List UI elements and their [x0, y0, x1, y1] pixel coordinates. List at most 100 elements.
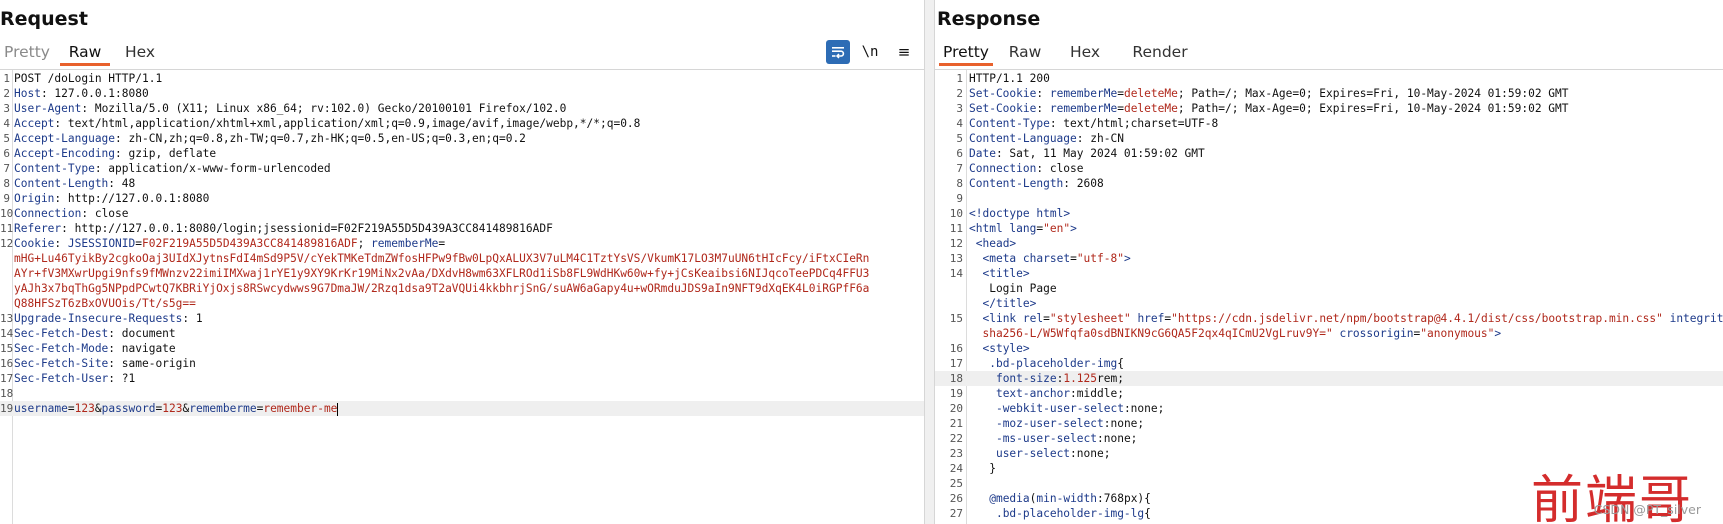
line-number: 7 — [3, 162, 10, 175]
editor-line[interactable]: 4 Content-Type: text/html;charset=UTF-8 — [935, 116, 1723, 131]
tab-hex[interactable]: Hex — [122, 38, 158, 66]
editor-line[interactable]: </title> — [935, 296, 1723, 311]
editor-line[interactable]: 2 Set-Cookie: rememberMe=deleteMe; Path=/… — [935, 86, 1723, 101]
editor-line[interactable]: 4 Accept: text/html,application/xhtml+xml… — [0, 116, 924, 131]
editor-line[interactable]: 22 -ms-user-select:none; — [935, 431, 1723, 446]
show-newlines-button[interactable]: \n — [858, 40, 882, 64]
editor-line[interactable]: 2 Host: 127.0.0.1:8080 — [0, 86, 924, 101]
code-token: </title> — [982, 297, 1037, 310]
editor-line[interactable]: 16 <style> — [935, 341, 1723, 356]
editor-line[interactable]: 16 Sec-Fetch-Site: same-origin — [0, 356, 924, 371]
editor-line[interactable]: 3 Set-Cookie: rememberMe=deleteMe; Path=/… — [935, 101, 1723, 116]
code-token: > — [1070, 222, 1077, 235]
code-token: Q88HFSzT6zBxOVUOis/Tt/s5g== — [14, 297, 196, 310]
editor-line[interactable]: 11 Referer: http://127.0.0.1:8080/login;j… — [0, 221, 924, 236]
editor-line[interactable]: 21 -moz-user-select:none; — [935, 416, 1723, 431]
editor-line[interactable]: 14 Sec-Fetch-Dest: document — [0, 326, 924, 341]
code-token: AYr+fV3MXwrUpgi9nfs9fMWnzv22imiIMXwaj1rY… — [14, 267, 870, 280]
editor-line[interactable]: 15 Sec-Fetch-Mode: navigate — [0, 341, 924, 356]
tab-pretty[interactable]: Pretty — [4, 38, 50, 66]
line-number: 21 — [949, 417, 963, 430]
editor-line[interactable]: 1 HTTP/1.1 200 — [935, 71, 1723, 86]
line-number: 4 — [3, 117, 10, 130]
editor-line[interactable]: 7 Content-Type: application/x-www-form-ur… — [0, 161, 924, 176]
response-editor[interactable]: 1 HTTP/1.1 200 2 Set-Cookie: rememberMe=del… — [935, 69, 1723, 524]
code-token: : same-origin — [108, 357, 196, 370]
editor-line[interactable]: 6 Accept-Encoding: gzip, deflate — [0, 146, 924, 161]
tab-pretty[interactable]: Pretty — [939, 38, 993, 66]
editor-line[interactable]: Q88HFSzT6zBxOVUOis/Tt/s5g== — [0, 296, 924, 311]
pane-splitter[interactable] — [924, 0, 935, 524]
code-token: <html — [969, 222, 1010, 235]
editor-line[interactable]: 14 <title> — [935, 266, 1723, 281]
code-token: html — [1036, 207, 1064, 220]
line-code: Login Page — [969, 281, 1723, 296]
editor-line[interactable]: 9 — [935, 191, 1723, 206]
request-editor[interactable]: 1 POST /doLogin HTTP/1.1 2 Host: 127.0.0.1:… — [0, 69, 924, 524]
code-token: -ms-user-select — [995, 432, 1097, 445]
line-number: 16 — [0, 357, 14, 370]
editor-line[interactable]: 20 -webkit-user-select:none; — [935, 401, 1723, 416]
editor-line[interactable]: 5 Accept-Language: zh-CN,zh;q=0.8,zh-TW;q… — [0, 131, 924, 146]
editor-line[interactable]: 17 Sec-Fetch-User: ?1 — [0, 371, 924, 386]
editor-line[interactable]: yAJh3x7bqThGg5NPpdPCwtQ7KBRiYjOxjs8RSwcy… — [0, 281, 924, 296]
editor-line[interactable]: 17 .bd-placeholder-img{ — [935, 356, 1723, 371]
code-token: = — [438, 237, 446, 250]
code-token: password — [101, 402, 156, 415]
tab-hex[interactable]: Hex — [1067, 38, 1103, 66]
code-token: POST /doLogin HTTP/1.1 — [14, 72, 163, 85]
line-code: -ms-user-select:none; — [969, 431, 1723, 446]
editor-line[interactable]: 10 Connection: close — [0, 206, 924, 221]
editor-line[interactable]: 19 username=123&password=123&rememberme=r… — [0, 401, 924, 416]
editor-line[interactable]: 5 Content-Language: zh-CN — [935, 131, 1723, 146]
code-token: Content-Language — [969, 132, 1077, 145]
line-number: 9 — [3, 192, 10, 205]
code-token: : 1 — [182, 312, 203, 325]
editor-line[interactable]: 8 Content-Length: 48 — [0, 176, 924, 191]
code-token: Login Page — [969, 282, 1057, 295]
wrap-lines-button[interactable] — [826, 40, 850, 64]
line-code: Content-Type: application/x-www-form-url… — [14, 161, 924, 176]
editor-line[interactable]: 18 font-size:1.125rem; — [935, 371, 1723, 386]
code-token: = — [1070, 252, 1077, 265]
editor-line[interactable]: 15 <link rel="stylesheet" href="https://… — [935, 311, 1723, 326]
code-token: min-width — [1036, 492, 1098, 505]
code-token: text-anchor — [995, 387, 1071, 400]
code-token: : zh-CN — [1076, 132, 1124, 145]
code-token: Set-Cookie — [969, 102, 1037, 115]
editor-line[interactable]: 8 Content-Length: 2608 — [935, 176, 1723, 191]
code-token: rememberMe — [371, 237, 439, 250]
editor-line[interactable]: 13 Upgrade-Insecure-Requests: 1 — [0, 311, 924, 326]
code-token: : text/html;charset=UTF-8 — [1049, 117, 1219, 130]
editor-line[interactable]: 9 Origin: http://127.0.0.1:8080 — [0, 191, 924, 206]
tab-render[interactable]: Render — [1131, 38, 1189, 66]
editor-line[interactable]: 12 Cookie: JSESSIONID=F02F219A55D5D439A3C… — [0, 236, 924, 251]
editor-line[interactable]: 18 — [0, 386, 924, 401]
editor-line[interactable]: sha256-L/W5Wfqfa0sdBNIKN9cG6QA5F2qx4qICm… — [935, 326, 1723, 341]
editor-line[interactable]: 3 User-Agent: Mozilla/5.0 (X11; Linux x86… — [0, 101, 924, 116]
editor-line[interactable]: 12 <head> — [935, 236, 1723, 251]
editor-line[interactable]: 6 Date: Sat, 11 May 2024 01:59:02 GMT — [935, 146, 1723, 161]
code-token: Content-Length — [14, 177, 109, 190]
editor-line[interactable]: 10 <!doctype html> — [935, 206, 1723, 221]
code-token: User-Agent — [14, 102, 82, 115]
line-number: 22 — [949, 432, 963, 445]
code-token: Sec-Fetch-Mode — [14, 342, 109, 355]
response-tabs: Pretty Raw Hex Render — [935, 38, 1723, 66]
editor-line[interactable]: 11 <html lang="en"> — [935, 221, 1723, 236]
editor-line[interactable]: mHG+Lu46TyikBy2cgkoOaj3UIdXJytnsFdI4mSd9… — [0, 251, 924, 266]
editor-line[interactable]: 19 text-anchor:middle; — [935, 386, 1723, 401]
code-token: <style> — [982, 342, 1030, 355]
editor-line[interactable]: AYr+fV3MXwrUpgi9nfs9fMWnzv22imiIMXwaj1rY… — [0, 266, 924, 281]
tab-raw[interactable]: Raw — [60, 38, 110, 66]
editor-line[interactable]: 7 Connection: close — [935, 161, 1723, 176]
editor-line[interactable]: 13 <meta charset="utf-8"> — [935, 251, 1723, 266]
editor-line[interactable]: 1 POST /doLogin HTTP/1.1 — [0, 71, 924, 86]
tab-raw[interactable]: Raw — [1007, 38, 1043, 66]
code-token: : Mozilla/5.0 (X11; Linux x86_64; rv:102… — [81, 102, 567, 115]
editor-line[interactable]: Login Page — [935, 281, 1723, 296]
hamburger-menu-icon[interactable]: ≡ — [892, 40, 916, 64]
